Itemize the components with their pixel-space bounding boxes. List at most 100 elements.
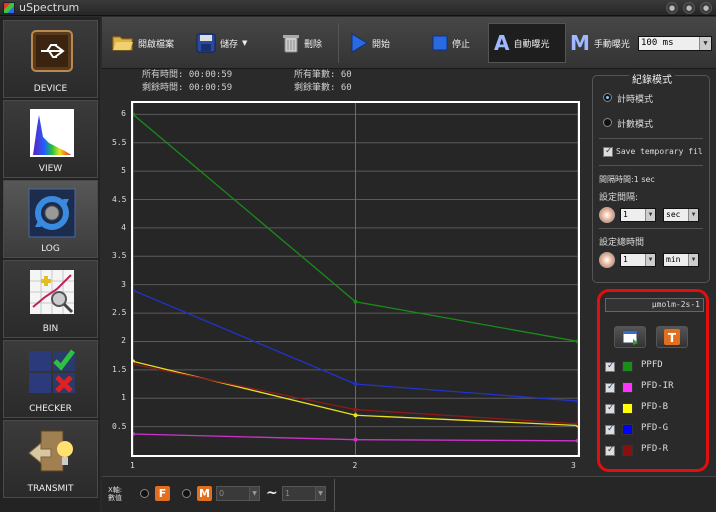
range-tilde: ~ [266,485,278,501]
maximize-icon[interactable]: ● [683,2,695,14]
y-tick-label: 3.5 [112,251,127,261]
exposure-time-select[interactable]: 100 ms ▼ [638,36,712,51]
open-file-button[interactable]: 開啟檔案 [112,27,174,59]
sidebar-item-checker[interactable]: CHECKER [3,340,98,418]
record-mode-panel: 紀錄模式 計時模式 計數模式 Save temporary fil 間隔時間:1… [592,71,710,283]
save-temp-checkbox[interactable] [603,146,613,157]
stop-icon [432,35,448,51]
chevron-down-icon[interactable]: ▼ [688,254,698,266]
legend-item[interactable]: PFD-B [604,402,704,416]
series-name: PFD-G [641,423,669,433]
chevron-down-icon[interactable]: ▼ [699,37,711,50]
divider [599,165,703,166]
unit-label: μmolm-2s-1 [605,298,704,312]
legend-item[interactable]: PFD-R [604,444,704,458]
delete-button[interactable]: 刪除 [282,27,322,59]
usb-device-icon [31,30,73,72]
legend-panel: μmolm-2s-1 T PPFD PFD-IR PFD-B PFD-G PFD-R [597,289,709,472]
y-tick-label: 5.5 [112,137,127,147]
total-unit-select[interactable]: min ▼ [663,253,699,267]
bin-chart-icon [30,270,74,314]
total-count-row: 所有筆數: 60 [294,67,352,80]
chevron-down-icon[interactable]: ▼ [315,487,325,500]
data-point [576,438,580,443]
sidebar-item-device[interactable]: DEVICE [3,20,98,98]
series-visible-checkbox[interactable] [605,424,615,435]
interval-unit-select[interactable]: sec ▼ [663,208,699,222]
timed-mode-label: 計時模式 [617,95,654,105]
remaining-time-row: 剩餘時間: 00:00:59 [142,80,232,93]
x-axis-label: X軸: 數值 [108,486,122,502]
count-mode-radio[interactable] [603,118,612,127]
chevron-down-icon[interactable]: ▼ [242,39,247,47]
range-to-select[interactable]: 1 ▼ [282,486,326,501]
divider [599,138,703,139]
total-value-select[interactable]: 1 ▼ [620,253,656,267]
manual-exposure-label: 手動曝光 [593,39,630,50]
chevron-down-icon[interactable]: ▼ [688,209,698,221]
count-mode-label: 計數模式 [617,120,654,130]
range-from-select[interactable]: 0 ▼ [216,486,260,501]
remaining-count-label: 剩餘筆數: [294,83,336,93]
total-count-label: 所有筆數: [294,70,336,80]
interval-value: 1 [623,210,628,219]
f-mode-icon[interactable]: F [155,486,170,501]
chart-plot-area[interactable] [131,101,580,457]
chevron-down-icon[interactable]: ▼ [249,487,259,500]
sidebar-item-bin[interactable]: BIN [3,260,98,338]
series-color-swatch [622,361,633,372]
x-tick-label: 2 [352,461,358,470]
series-color-swatch [622,445,633,456]
save-temp-label: Save temporary fil [616,147,703,156]
series-visible-checkbox[interactable] [605,382,615,393]
f-mode-radio[interactable] [140,489,149,498]
y-tick-label: 5 [121,166,126,176]
series-visible-checkbox[interactable] [605,445,615,456]
series-visible-checkbox[interactable] [605,361,615,372]
interval-status: 間隔時間:1 sec [599,175,655,184]
toolbar-divider [338,23,339,63]
chevron-down-icon[interactable]: ▼ [645,254,655,266]
m-mode-radio[interactable] [182,489,191,498]
start-label: 開始 [372,39,391,50]
y-tick-label: 2 [121,336,126,346]
save-button[interactable]: 儲存 ▼ [196,27,247,59]
timed-mode-radio[interactable] [603,93,612,102]
chevron-down-icon[interactable]: ▼ [645,209,655,221]
text-format-button[interactable]: T [656,326,688,348]
interval-value-select[interactable]: 1 ▼ [620,208,656,222]
auto-mode-icon: A [494,31,510,55]
m-mode-icon[interactable]: M [197,486,212,501]
y-tick-label: 1 [121,393,126,403]
legend-item[interactable]: PPFD [604,360,704,374]
auto-exposure-label: 自動曝光 [513,39,550,50]
y-tick-label: 2.5 [112,308,127,318]
total-unit: min [666,255,681,264]
auto-exposure-content: A 自動曝光 [494,27,550,59]
manual-exposure-button[interactable]: M 手動曝光 [570,27,630,59]
remaining-time-value: 00:00:59 [188,83,233,93]
data-point [353,407,358,412]
stop-button[interactable]: 停止 [432,27,470,59]
open-file-label: 開啟檔案 [138,39,175,50]
legend-item[interactable]: PFD-IR [604,381,704,395]
sidebar-item-label: DEVICE [33,84,68,94]
series-name: PFD-R [641,444,669,454]
sidebar-item-transmit[interactable]: TRANSMIT [3,420,98,498]
minimize-icon[interactable]: ● [666,2,678,14]
total-value: 1 [623,255,628,264]
range-to-value: 1 [285,489,291,498]
line-chart [131,103,580,455]
bottom-controls: X軸: 數值 F M 0 ▼ ~ 1 ▼ [102,476,716,512]
sidebar-item-view[interactable]: VIEW [3,100,98,178]
set-interval-label: 設定間隔: [599,193,639,203]
export-button[interactable] [614,326,646,348]
start-button[interactable]: 開始 [350,27,390,59]
y-tick-label: 6 [121,109,126,119]
series-visible-checkbox[interactable] [605,403,615,414]
close-icon[interactable]: ● [700,2,712,14]
legend-item[interactable]: PFD-G [604,423,704,437]
sidebar-item-log[interactable]: LOG [3,180,98,258]
data-point [576,399,580,404]
data-point [353,382,358,387]
